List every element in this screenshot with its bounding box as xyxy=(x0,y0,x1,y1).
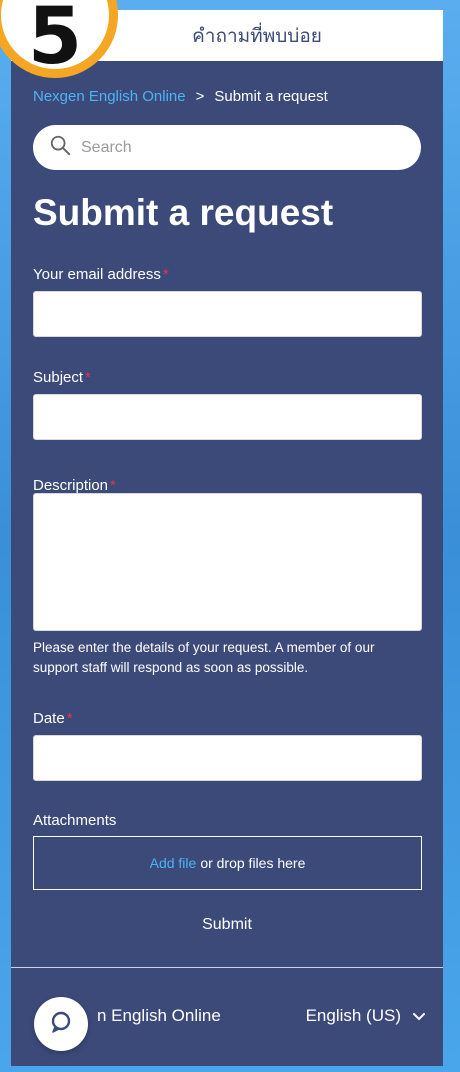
breadcrumb: Nexgen English Online > Submit a request xyxy=(33,88,328,105)
description-label: Description * xyxy=(33,477,116,494)
attachments-label: Attachments xyxy=(33,812,117,829)
step-number: 5 xyxy=(27,0,83,82)
chat-bubble-icon xyxy=(49,1010,73,1039)
search-icon xyxy=(49,134,71,161)
date-label-text: Date xyxy=(33,710,65,727)
search-input[interactable] xyxy=(81,138,381,157)
subject-field[interactable] xyxy=(33,394,422,440)
submit-button[interactable]: Submit xyxy=(11,916,443,934)
description-label-text: Description xyxy=(33,477,109,494)
required-mark: * xyxy=(66,710,73,727)
attachment-dropzone[interactable]: Add file or drop files here xyxy=(33,836,422,890)
header-title: คำถามที่พบบ่อย xyxy=(192,24,322,47)
date-label: Date * xyxy=(33,710,73,727)
description-textarea[interactable] xyxy=(33,493,422,631)
required-mark: * xyxy=(162,266,169,283)
date-field[interactable] xyxy=(33,735,422,781)
language-selector[interactable]: English (US) xyxy=(306,1006,425,1026)
email-label-text: Your email address xyxy=(33,266,161,283)
breadcrumb-separator: > xyxy=(195,88,205,105)
chat-button[interactable] xyxy=(34,997,88,1051)
search-bar[interactable] xyxy=(33,125,421,170)
add-file-link[interactable]: Add file xyxy=(150,855,197,871)
description-help-text: Please enter the details of your request… xyxy=(33,640,375,675)
drop-files-text: or drop files here xyxy=(200,855,306,871)
breadcrumb-home-link[interactable]: Nexgen English Online xyxy=(33,88,186,105)
breadcrumb-current: Submit a request xyxy=(214,88,328,105)
subject-label: Subject * xyxy=(33,369,91,386)
required-mark: * xyxy=(110,477,116,494)
language-label: English (US) xyxy=(305,1006,401,1025)
subject-label-text: Subject xyxy=(33,369,84,386)
required-mark: * xyxy=(85,369,91,386)
email-label: Your email address * xyxy=(33,266,169,283)
app-screen: คำถามที่พบบ่อย Nexgen English Online > S… xyxy=(11,10,443,1066)
page-title: Submit a request xyxy=(33,192,334,233)
footer-divider xyxy=(11,967,443,968)
email-field[interactable] xyxy=(33,291,422,337)
chevron-down-icon xyxy=(413,1006,425,1026)
